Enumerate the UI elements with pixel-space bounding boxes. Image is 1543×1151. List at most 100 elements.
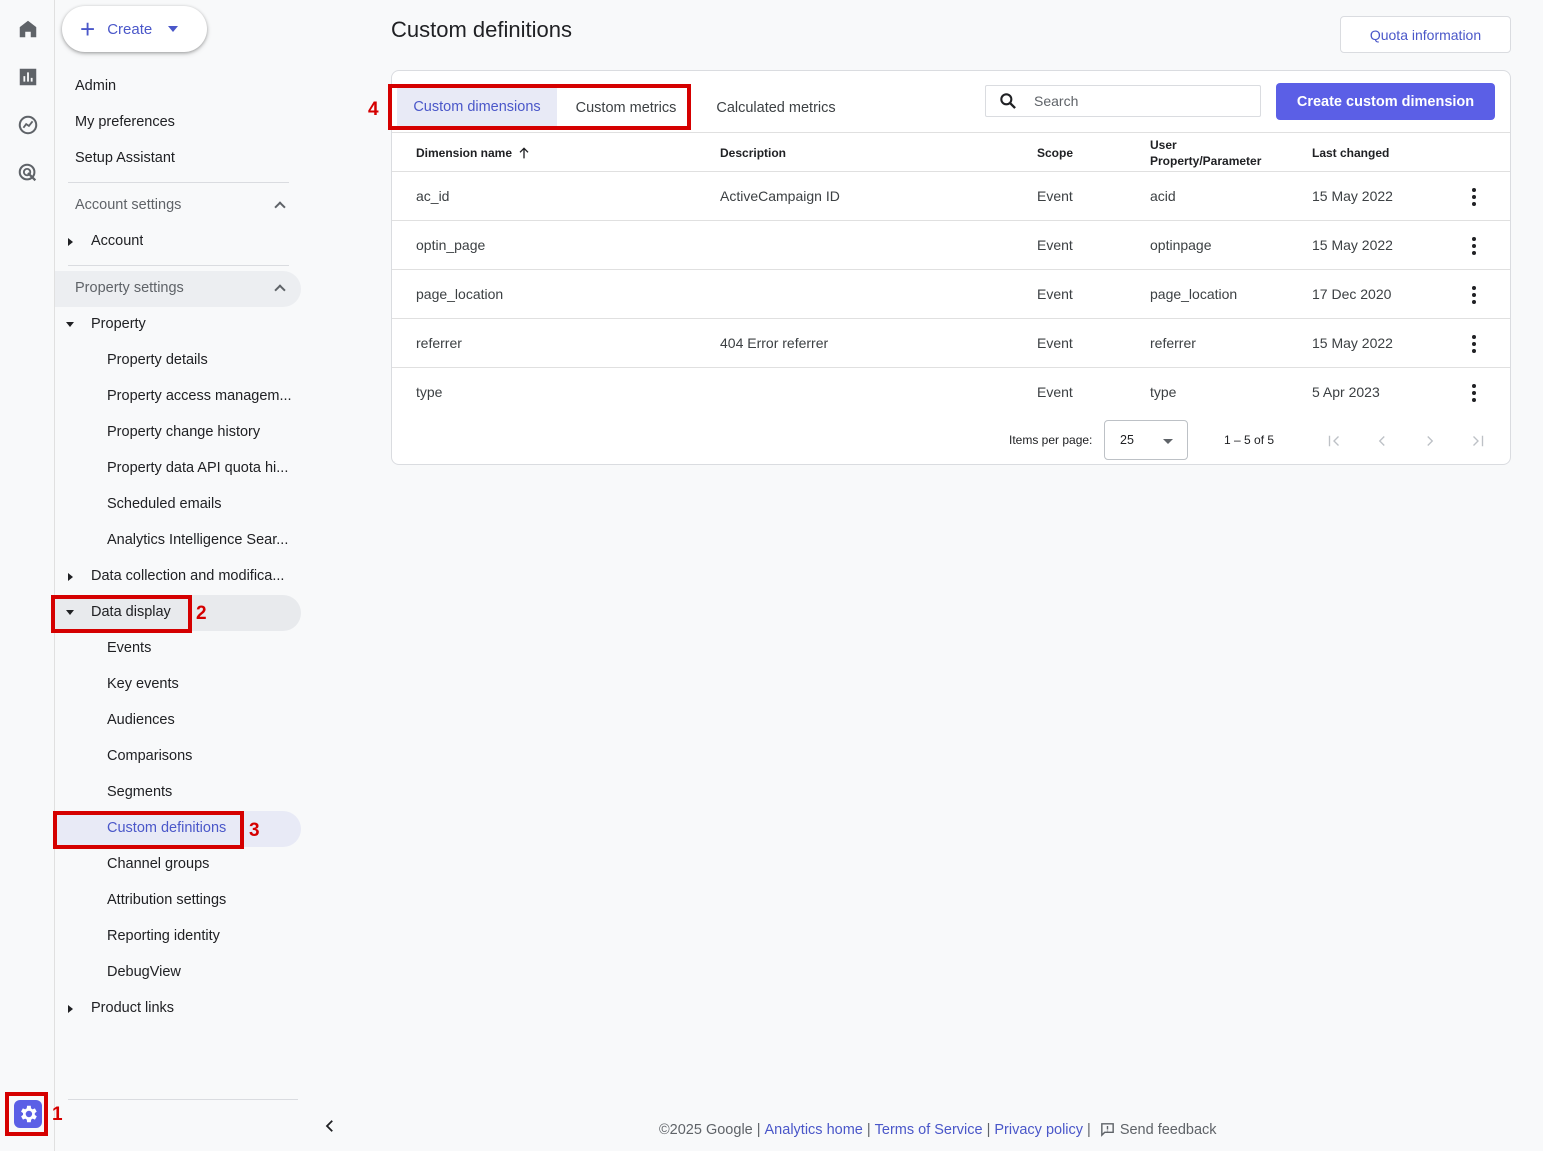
more-options-icon[interactable] <box>1470 236 1478 256</box>
items-per-page-value: 25 <box>1120 433 1134 447</box>
expand-arrow-icon[interactable] <box>68 1005 73 1013</box>
sidebar-item-account[interactable]: Account <box>91 233 143 249</box>
cell-parameter: type <box>1150 384 1177 400</box>
cell-last-changed: 15 May 2022 <box>1312 335 1393 351</box>
table-row[interactable]: referrer 404 Error referrer Event referr… <box>392 319 1510 368</box>
sort-ascending-icon <box>519 147 529 159</box>
home-icon[interactable] <box>14 15 42 43</box>
more-options-icon[interactable] <box>1470 334 1478 354</box>
sidebar-item-property-access[interactable]: Property access managem... <box>107 388 297 404</box>
table-row[interactable]: optin_page Event optinpage 15 May 2022 <box>392 221 1510 270</box>
sidebar-item-setup-assistant[interactable]: Setup Assistant <box>75 150 175 166</box>
sidebar-item-property-change-history[interactable]: Property change history <box>107 424 297 440</box>
footer: ©2025 Google | Analytics home | Terms of… <box>659 1121 1217 1138</box>
sidebar-item-data-collection[interactable]: Data collection and modifica... <box>91 568 296 584</box>
create-button[interactable]: + Create <box>62 6 207 52</box>
column-label: User <box>1150 138 1177 152</box>
send-feedback-button[interactable]: Send feedback <box>1099 1121 1217 1138</box>
search-input[interactable] <box>1034 93 1234 109</box>
sidebar-item-my-preferences[interactable]: My preferences <box>75 114 175 130</box>
column-user-property[interactable]: User Property/Parameter <box>1150 137 1261 169</box>
sidebar-item-audiences[interactable]: Audiences <box>107 712 175 728</box>
table-row[interactable]: type Event type 5 Apr 2023 <box>392 368 1510 417</box>
chevron-up-icon[interactable] <box>274 201 286 213</box>
collapse-sidebar-button[interactable] <box>320 1115 340 1137</box>
column-dimension-name[interactable]: Dimension name <box>416 133 532 173</box>
dropdown-arrow-icon <box>1163 439 1173 444</box>
more-options-icon[interactable] <box>1470 383 1478 403</box>
annotation-box-2 <box>51 595 192 633</box>
create-custom-dimension-button[interactable]: Create custom dimension <box>1276 83 1495 120</box>
property-settings-header[interactable]: Property settings <box>75 280 184 296</box>
expand-arrow-icon[interactable] <box>68 238 73 246</box>
sidebar-item-comparisons[interactable]: Comparisons <box>107 748 192 764</box>
search-icon <box>1000 93 1016 109</box>
chevron-left-icon <box>325 1120 333 1132</box>
cell-last-changed: 15 May 2022 <box>1312 188 1393 204</box>
items-per-page-select[interactable]: 25 <box>1104 420 1188 460</box>
divider <box>68 182 289 183</box>
feedback-icon <box>1100 1123 1114 1137</box>
expand-arrow-icon[interactable] <box>68 573 73 581</box>
reports-icon[interactable] <box>14 63 42 91</box>
cell-description: 404 Error referrer <box>720 335 829 351</box>
first-page-icon[interactable] <box>1324 431 1344 451</box>
explore-icon[interactable] <box>14 111 42 139</box>
advertising-icon[interactable] <box>14 159 42 187</box>
plus-icon: + <box>80 14 96 44</box>
sidebar: + Create Admin My preferences Setup Assi… <box>55 0 333 1151</box>
cell-parameter: referrer <box>1150 335 1196 351</box>
cell-scope: Event <box>1037 286 1073 302</box>
cell-dimension-name: optin_page <box>416 237 486 253</box>
sidebar-item-key-events[interactable]: Key events <box>107 676 179 692</box>
copyright: ©2025 Google <box>659 1121 753 1138</box>
cell-dimension-name: type <box>416 384 443 400</box>
sidebar-item-product-links[interactable]: Product links <box>91 1000 174 1016</box>
cell-parameter: optinpage <box>1150 237 1212 253</box>
sidebar-item-property-data-api-quota[interactable]: Property data API quota hi... <box>107 460 297 476</box>
sidebar-item-reporting-identity[interactable]: Reporting identity <box>107 928 220 944</box>
sidebar-item-debugview[interactable]: DebugView <box>107 964 181 980</box>
tab-calculated-metrics[interactable]: Calculated metrics <box>697 86 855 130</box>
sidebar-item-channel-groups[interactable]: Channel groups <box>107 856 209 872</box>
cell-scope: Event <box>1037 188 1073 204</box>
column-label: Dimension name <box>416 146 513 160</box>
next-page-icon[interactable] <box>1420 431 1440 451</box>
collapse-arrow-icon[interactable] <box>66 322 74 327</box>
privacy-policy-link[interactable]: Privacy policy <box>994 1122 1083 1138</box>
sidebar-item-attribution-settings[interactable]: Attribution settings <box>107 892 226 908</box>
send-feedback-label: Send feedback <box>1119 1121 1217 1138</box>
cell-scope: Event <box>1037 384 1073 400</box>
sidebar-item-scheduled-emails[interactable]: Scheduled emails <box>107 496 297 512</box>
more-options-icon[interactable] <box>1470 187 1478 207</box>
annotation-number-2: 2 <box>196 603 207 624</box>
column-scope[interactable]: Scope <box>1037 133 1073 173</box>
account-settings-header[interactable]: Account settings <box>75 197 181 213</box>
sidebar-item-analytics-intelligence[interactable]: Analytics Intelligence Sear... <box>107 532 297 548</box>
previous-page-icon[interactable] <box>1372 431 1392 451</box>
table-row[interactable]: page_location Event page_location 17 Dec… <box>392 270 1510 319</box>
left-rail <box>0 0 55 1151</box>
column-last-changed[interactable]: Last changed <box>1312 133 1389 173</box>
annotation-box-1 <box>5 1092 48 1136</box>
annotation-box-3 <box>53 811 244 849</box>
search-field[interactable] <box>985 85 1261 117</box>
sidebar-item-admin[interactable]: Admin <box>75 78 116 94</box>
analytics-home-link[interactable]: Analytics home <box>765 1122 863 1138</box>
table-row[interactable]: ac_id ActiveCampaign ID Event acid 15 Ma… <box>392 172 1510 221</box>
sidebar-item-property[interactable]: Property <box>91 316 146 332</box>
page-title: Custom definitions <box>391 17 572 42</box>
column-description[interactable]: Description <box>720 133 786 173</box>
table-header: Dimension name Description Scope User Pr… <box>392 132 1510 172</box>
terms-of-service-link[interactable]: Terms of Service <box>875 1122 983 1138</box>
sidebar-item-segments[interactable]: Segments <box>107 784 172 800</box>
cell-scope: Event <box>1037 237 1073 253</box>
sidebar-item-property-details[interactable]: Property details <box>107 352 297 368</box>
cell-dimension-name: ac_id <box>416 188 450 204</box>
divider <box>68 265 289 266</box>
sidebar-item-events[interactable]: Events <box>107 640 151 656</box>
more-options-icon[interactable] <box>1470 285 1478 305</box>
cell-parameter: page_location <box>1150 286 1238 302</box>
quota-information-button[interactable]: Quota information <box>1340 16 1511 53</box>
last-page-icon[interactable] <box>1468 431 1488 451</box>
